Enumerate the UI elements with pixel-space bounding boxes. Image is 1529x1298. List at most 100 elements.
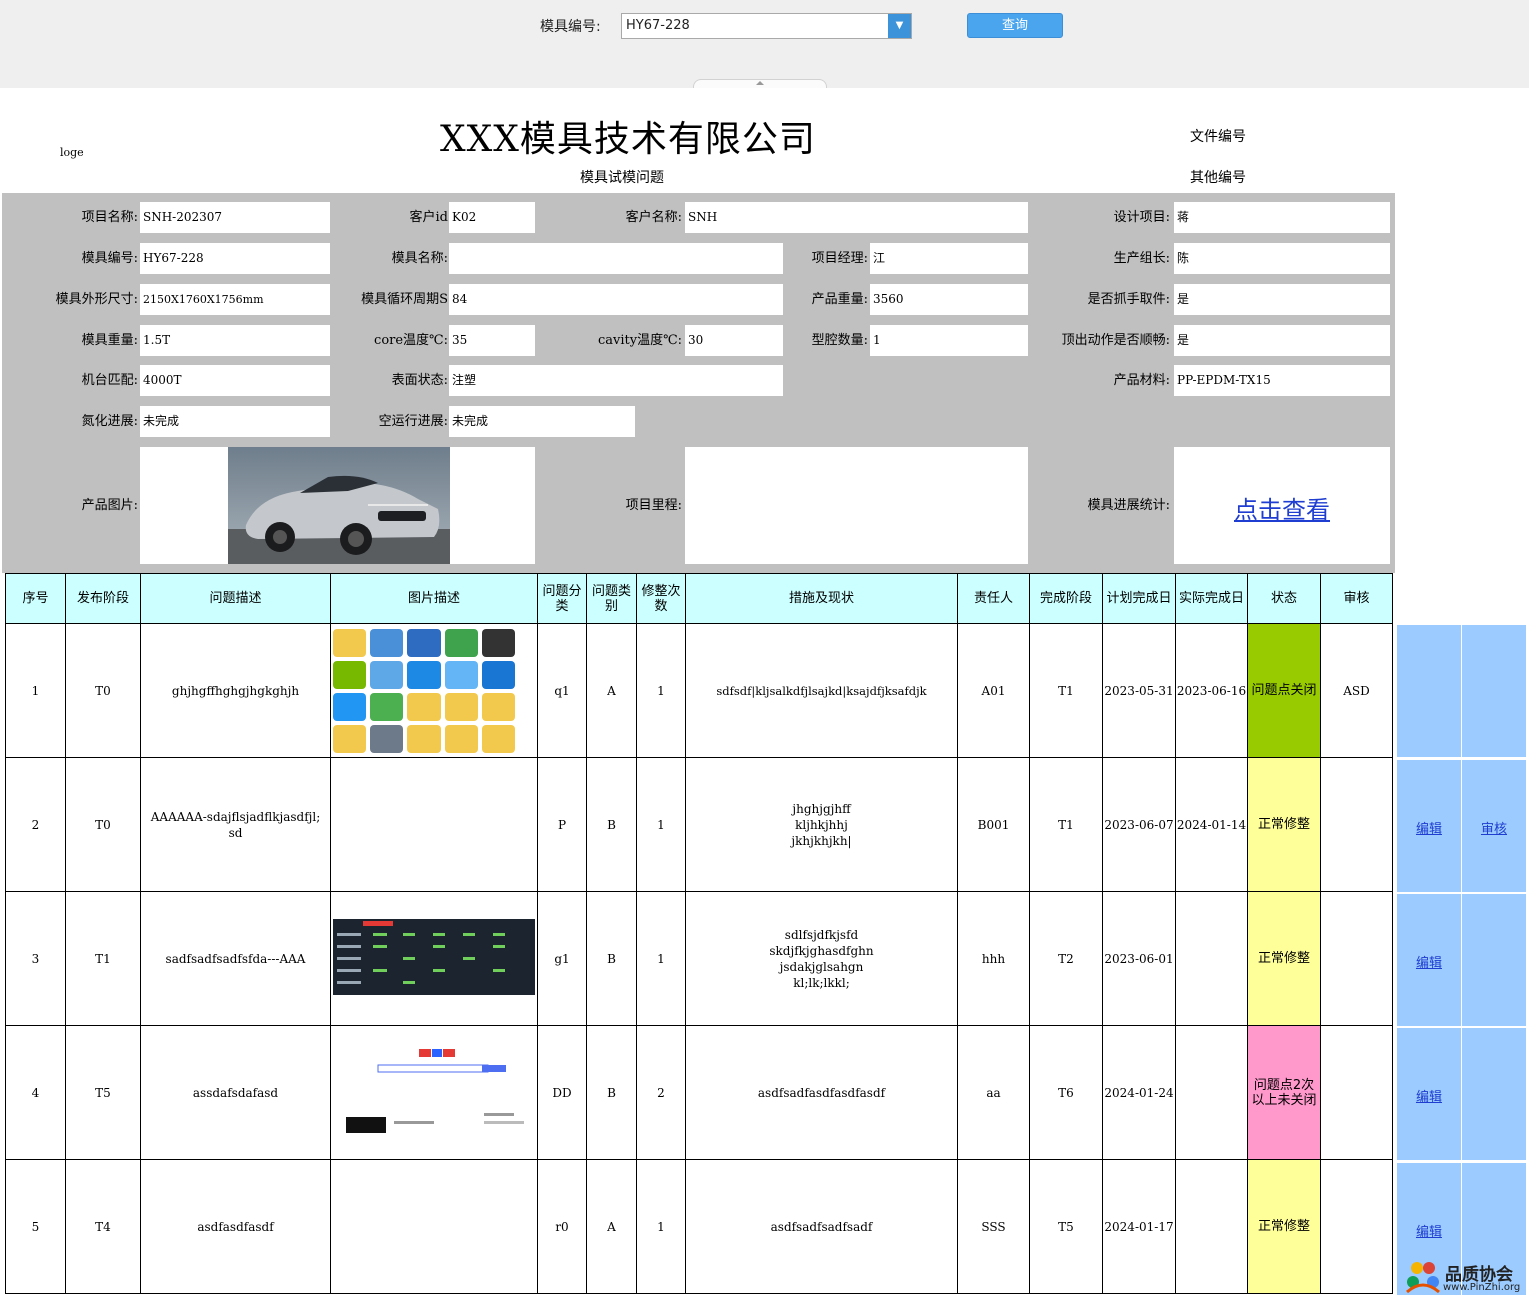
audit-cell: [1462, 625, 1526, 757]
machine-field[interactable]: 4000T: [140, 365, 330, 396]
issue-image-cell: [330, 1159, 538, 1294]
plan-date: 2024-01-17: [1102, 1159, 1176, 1294]
status-badge: 正常修整: [1247, 757, 1321, 892]
search-page-screenshot-thumbnail[interactable]: [334, 1040, 534, 1141]
edit-cell: 编辑: [1397, 760, 1461, 892]
plan-date: 2023-06-01: [1102, 891, 1176, 1026]
design-field[interactable]: 蒋: [1174, 202, 1390, 233]
issue-table: 序号 发布阶段 问题描述 图片描述 问题分类 问题类别 修整次数 措施及现状 责…: [5, 573, 1393, 1294]
production-leader-field[interactable]: 陈: [1174, 243, 1390, 274]
table-row[interactable]: 5 T4 asdfasdfasdf r0 A 1 asdfsadfsadfsad…: [5, 1159, 1393, 1294]
issue-description: ghjhgffhghgjhgkghjh: [140, 623, 331, 758]
ejection-field[interactable]: 是: [1174, 325, 1390, 356]
mold-no-field[interactable]: HY67-228: [140, 243, 330, 274]
review-value: [1320, 1159, 1393, 1294]
measure-status: jhghjgjhff kljhkjhhj jkhjkhjkh|: [685, 757, 958, 892]
cavity-temp-field[interactable]: 30: [685, 325, 783, 356]
issue-image-cell: [330, 757, 538, 892]
col-header: 措施及现状: [685, 573, 958, 624]
customer-id-field[interactable]: K02: [449, 202, 535, 233]
cycle-label: 模具循环周期S: [361, 292, 448, 307]
col-header: 责任人: [957, 573, 1030, 624]
table-row[interactable]: 4 T5 assdafsdafasd DD B 2 asdfsadfasdfas…: [5, 1025, 1393, 1160]
desktop-icons-thumbnail[interactable]: [332, 627, 518, 755]
customer-name-field[interactable]: SNH: [685, 202, 1028, 233]
edit-link[interactable]: 编辑: [1397, 952, 1461, 971]
measure-status: sdlfsjdfkjsfd skdjfkjghasdfghn jsdakjgls…: [685, 891, 958, 1026]
production-leader-label: 生产组长:: [1113, 251, 1170, 266]
data-table-screenshot-thumbnail[interactable]: [333, 918, 535, 995]
repair-times: 2: [636, 1025, 686, 1160]
customer-id-label: 客户id: [409, 210, 448, 225]
mold-number-select[interactable]: HY67-228 ▼: [621, 13, 912, 39]
cycle-field[interactable]: 84: [449, 284, 783, 315]
audit-cell: [1462, 894, 1526, 1026]
grab-field[interactable]: 是: [1174, 284, 1390, 315]
chevron-down-icon[interactable]: ▼: [888, 14, 911, 38]
issue-image-cell: [330, 623, 538, 758]
product-weight-label: 产品重量:: [811, 292, 868, 307]
status-badge: 正常修整: [1247, 891, 1321, 1026]
project-manager-field[interactable]: 江: [870, 243, 1028, 274]
collapse-toggle[interactable]: [693, 79, 827, 88]
col-header: 问题类别: [586, 573, 637, 624]
site-watermark: 品质协会 www.PinZhi.org: [1403, 1258, 1529, 1298]
table-row[interactable]: 3 T1 sadfsadfsadfsfda---AAA g1 B 1 sdlfs…: [5, 891, 1393, 1026]
dryrun-field[interactable]: 未完成: [449, 406, 635, 437]
material-field[interactable]: PP-EPDM-TX15: [1174, 365, 1390, 396]
mold-size-field[interactable]: 2150X1760X1756mm: [140, 284, 330, 315]
milestone-box[interactable]: [685, 447, 1028, 564]
project-name-label: 项目名称:: [81, 210, 138, 225]
view-progress-link[interactable]: 点击查看: [1234, 490, 1330, 525]
table-row[interactable]: 2 T0 AAAAAA-sdajflsjadflkjasdfjl;sd P B …: [5, 757, 1393, 892]
mold-size-label: 模具外形尺寸:: [55, 292, 138, 307]
project-name-field[interactable]: SNH-202307: [140, 202, 330, 233]
issue-class: g1: [537, 891, 587, 1026]
surface-field[interactable]: 注塑: [449, 365, 783, 396]
edit-cell: 编辑: [1397, 1028, 1461, 1160]
edit-link[interactable]: 编辑: [1397, 1086, 1461, 1105]
release-stage: T1: [65, 891, 141, 1026]
audit-link[interactable]: 审核: [1462, 818, 1526, 837]
edit-link[interactable]: 编辑: [1397, 818, 1461, 837]
issue-category: B: [586, 1025, 637, 1160]
table-row[interactable]: 1 T0 ghjhgffhghgjhgkghjh q1 A 1 sdfsdf|k…: [5, 623, 1393, 758]
mold-name-field[interactable]: [449, 243, 783, 274]
plan-date: 2024-01-24: [1102, 1025, 1176, 1160]
cavity-count-field[interactable]: 1: [870, 325, 1028, 356]
status-badge: 问题点2次以上未关闭: [1247, 1025, 1321, 1160]
watermark-url: www.PinZhi.org: [1443, 1282, 1521, 1293]
product-weight-field[interactable]: 3560: [870, 284, 1028, 315]
edit-link[interactable]: 编辑: [1397, 1221, 1461, 1240]
cavity-temp-label: cavity温度℃:: [597, 333, 682, 348]
design-label: 设计项目:: [1113, 210, 1170, 225]
product-image-box: [140, 447, 535, 564]
owner: SSS: [957, 1159, 1030, 1294]
col-header: 状态: [1247, 573, 1321, 624]
review-value: [1320, 891, 1393, 1026]
mold-weight-label: 模具重量:: [81, 333, 138, 348]
owner: hhh: [957, 891, 1030, 1026]
issue-category: B: [586, 891, 637, 1026]
page-subtitle: 模具试模问题: [580, 170, 664, 186]
mold-weight-field[interactable]: 1.5T: [140, 325, 330, 356]
done-stage: T2: [1029, 891, 1103, 1026]
mold-info-form: 项目名称: SNH-202307 客户id K02 客户名称: SNH 设计项目…: [2, 193, 1395, 573]
status-badge: 问题点关闭: [1247, 623, 1321, 758]
col-header: 问题描述: [140, 573, 331, 624]
repair-times: 1: [636, 1159, 686, 1294]
mold-no-label: 模具编号:: [81, 251, 138, 266]
issue-class: r0: [537, 1159, 587, 1294]
done-stage: T1: [1029, 623, 1103, 758]
query-button[interactable]: 查询: [967, 13, 1063, 38]
row-number: 1: [5, 623, 66, 758]
core-temp-field[interactable]: 35: [449, 325, 535, 356]
progress-stat-label: 模具进展统计:: [1087, 498, 1170, 513]
company-title: XXX模具技术有限公司: [440, 119, 816, 160]
actual-date: 2024-01-14: [1175, 757, 1248, 892]
owner: B001: [957, 757, 1030, 892]
nitride-label: 氮化进展:: [81, 414, 138, 429]
nitride-field[interactable]: 未完成: [140, 406, 330, 437]
issue-category: A: [586, 623, 637, 758]
core-temp-label: core温度℃:: [374, 333, 448, 348]
